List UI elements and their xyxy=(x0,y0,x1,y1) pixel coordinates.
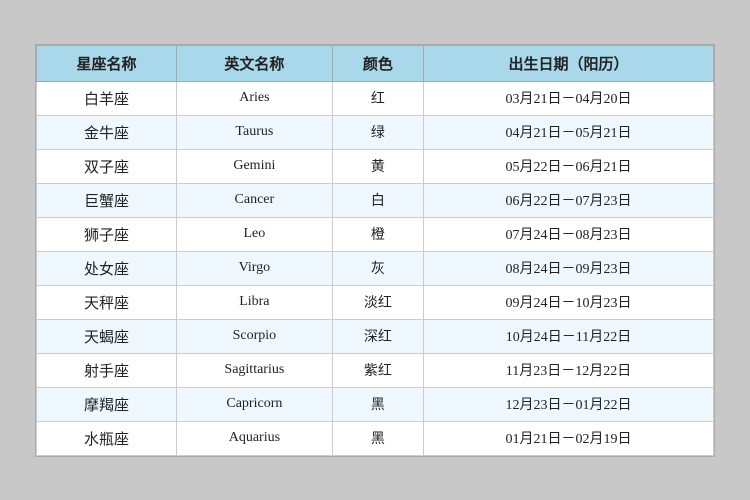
table-row: 狮子座Leo橙07月24日－08月23日 xyxy=(37,217,714,251)
cell-english-name: Taurus xyxy=(176,115,332,149)
cell-english-name: Cancer xyxy=(176,183,332,217)
cell-chinese-name: 天秤座 xyxy=(37,285,177,319)
table-row: 射手座Sagittarius紫红11月23日－12月22日 xyxy=(37,353,714,387)
zodiac-table: 星座名称 英文名称 颜色 出生日期（阳历） 白羊座Aries红03月21日－04… xyxy=(36,45,714,456)
cell-chinese-name: 射手座 xyxy=(37,353,177,387)
cell-english-name: Capricorn xyxy=(176,387,332,421)
cell-chinese-name: 巨蟹座 xyxy=(37,183,177,217)
cell-chinese-name: 狮子座 xyxy=(37,217,177,251)
cell-color: 淡红 xyxy=(332,285,423,319)
cell-english-name: Libra xyxy=(176,285,332,319)
cell-color: 深红 xyxy=(332,319,423,353)
cell-english-name: Scorpio xyxy=(176,319,332,353)
cell-chinese-name: 双子座 xyxy=(37,149,177,183)
cell-english-name: Virgo xyxy=(176,251,332,285)
cell-color: 黄 xyxy=(332,149,423,183)
cell-chinese-name: 天蝎座 xyxy=(37,319,177,353)
table-row: 白羊座Aries红03月21日－04月20日 xyxy=(37,81,714,115)
cell-color: 白 xyxy=(332,183,423,217)
cell-color: 黑 xyxy=(332,387,423,421)
cell-color: 绿 xyxy=(332,115,423,149)
table-header-row: 星座名称 英文名称 颜色 出生日期（阳历） xyxy=(37,45,714,81)
cell-english-name: Aries xyxy=(176,81,332,115)
table-row: 双子座Gemini黄05月22日－06月21日 xyxy=(37,149,714,183)
cell-chinese-name: 处女座 xyxy=(37,251,177,285)
cell-english-name: Sagittarius xyxy=(176,353,332,387)
cell-color: 橙 xyxy=(332,217,423,251)
cell-date: 05月22日－06月21日 xyxy=(424,149,714,183)
cell-date: 10月24日－11月22日 xyxy=(424,319,714,353)
cell-english-name: Leo xyxy=(176,217,332,251)
cell-english-name: Gemini xyxy=(176,149,332,183)
table-row: 巨蟹座Cancer白06月22日－07月23日 xyxy=(37,183,714,217)
table-row: 天秤座Libra淡红09月24日－10月23日 xyxy=(37,285,714,319)
header-color: 颜色 xyxy=(332,45,423,81)
cell-english-name: Aquarius xyxy=(176,421,332,455)
cell-date: 04月21日－05月21日 xyxy=(424,115,714,149)
table-row: 金牛座Taurus绿04月21日－05月21日 xyxy=(37,115,714,149)
cell-color: 紫红 xyxy=(332,353,423,387)
header-date: 出生日期（阳历） xyxy=(424,45,714,81)
table-row: 处女座Virgo灰08月24日－09月23日 xyxy=(37,251,714,285)
cell-date: 07月24日－08月23日 xyxy=(424,217,714,251)
table-row: 摩羯座Capricorn黑12月23日－01月22日 xyxy=(37,387,714,421)
table-row: 天蝎座Scorpio深红10月24日－11月22日 xyxy=(37,319,714,353)
header-english-name: 英文名称 xyxy=(176,45,332,81)
cell-chinese-name: 摩羯座 xyxy=(37,387,177,421)
cell-date: 03月21日－04月20日 xyxy=(424,81,714,115)
cell-date: 11月23日－12月22日 xyxy=(424,353,714,387)
cell-color: 红 xyxy=(332,81,423,115)
cell-date: 08月24日－09月23日 xyxy=(424,251,714,285)
cell-date: 01月21日－02月19日 xyxy=(424,421,714,455)
cell-date: 06月22日－07月23日 xyxy=(424,183,714,217)
cell-date: 09月24日－10月23日 xyxy=(424,285,714,319)
table-row: 水瓶座Aquarius黑01月21日－02月19日 xyxy=(37,421,714,455)
table-body: 白羊座Aries红03月21日－04月20日金牛座Taurus绿04月21日－0… xyxy=(37,81,714,455)
cell-chinese-name: 白羊座 xyxy=(37,81,177,115)
cell-chinese-name: 水瓶座 xyxy=(37,421,177,455)
cell-chinese-name: 金牛座 xyxy=(37,115,177,149)
cell-color: 灰 xyxy=(332,251,423,285)
header-chinese-name: 星座名称 xyxy=(37,45,177,81)
zodiac-table-wrapper: 星座名称 英文名称 颜色 出生日期（阳历） 白羊座Aries红03月21日－04… xyxy=(35,44,715,457)
cell-color: 黑 xyxy=(332,421,423,455)
cell-date: 12月23日－01月22日 xyxy=(424,387,714,421)
